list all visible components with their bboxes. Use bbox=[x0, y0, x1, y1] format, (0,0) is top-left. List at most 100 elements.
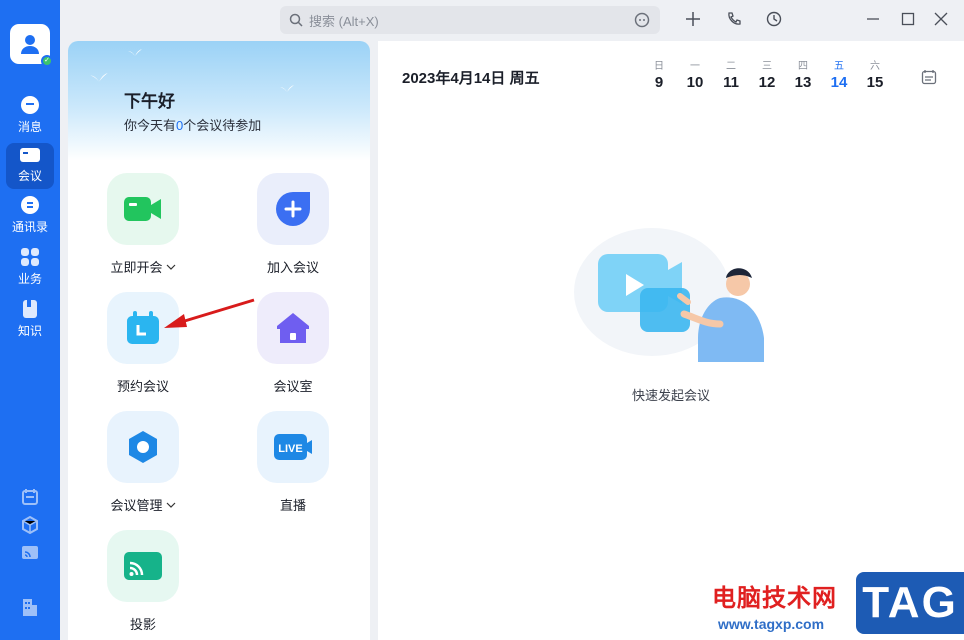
rail-item-business[interactable]: 业务 bbox=[6, 246, 54, 292]
history-icon bbox=[766, 11, 782, 27]
video-camera-icon bbox=[124, 197, 161, 221]
day-number: 11 bbox=[723, 74, 739, 91]
weekday-label: 四 bbox=[798, 61, 808, 72]
chevron-down-icon[interactable] bbox=[166, 501, 176, 509]
annotation-arrow-icon bbox=[164, 298, 255, 328]
cube-icon bbox=[22, 516, 38, 534]
day-number: 14 bbox=[830, 74, 848, 91]
bird-decoration-icon bbox=[280, 85, 294, 92]
rail-item-messages[interactable]: 消息 bbox=[6, 94, 54, 140]
weekday-label: 日 bbox=[654, 61, 664, 72]
watermark-title: 电脑技术网 bbox=[712, 585, 837, 612]
left-rail: ✓ 消息 会议 通讯录 业务 知识 bbox=[0, 0, 60, 640]
video-icon bbox=[20, 148, 40, 162]
tile-label: 直播 bbox=[279, 498, 306, 513]
calendar-view-icon[interactable] bbox=[921, 69, 937, 85]
calendar-button[interactable] bbox=[19, 486, 41, 508]
greeting-prefix: 你今天有 bbox=[124, 118, 177, 133]
close-button[interactable] bbox=[930, 8, 952, 30]
chevron-down-icon[interactable] bbox=[166, 263, 176, 271]
rail-item-label: 业务 bbox=[17, 272, 42, 286]
user-icon bbox=[21, 35, 39, 54]
search-input[interactable]: 搜索 (Alt+X) bbox=[280, 6, 660, 34]
join-meeting-tile[interactable]: 加入会议 bbox=[213, 173, 370, 276]
weekday-label: 一 bbox=[690, 61, 700, 72]
start-meeting-button[interactable] bbox=[107, 173, 179, 245]
bird-decoration-icon bbox=[128, 49, 142, 56]
day-cell[interactable]: 二 11 bbox=[713, 57, 749, 91]
rail-item-contacts[interactable]: 通讯录 bbox=[6, 194, 54, 240]
book-icon bbox=[23, 300, 37, 318]
rail-item-label: 知识 bbox=[17, 324, 42, 338]
day-cell-today[interactable]: 五 14 bbox=[821, 57, 857, 91]
day-cell[interactable]: 六 15 bbox=[857, 57, 893, 91]
current-date: 2023年4月14日 周五 bbox=[402, 70, 540, 87]
add-button[interactable] bbox=[682, 8, 704, 30]
chat-icon bbox=[21, 96, 39, 114]
contacts-icon bbox=[21, 196, 39, 214]
cast-icon bbox=[22, 546, 38, 559]
live-icon: LIVE bbox=[274, 434, 312, 460]
add-icon bbox=[686, 12, 700, 26]
week-strip: 日9 一 10 二 11 三 12 四 13 五 14 六 15 bbox=[641, 57, 893, 91]
day-cell[interactable]: 日9 bbox=[641, 57, 677, 91]
minimize-icon bbox=[867, 18, 879, 20]
projection-tile[interactable]: 投影 bbox=[68, 530, 223, 633]
meeting-management-button[interactable] bbox=[107, 411, 179, 483]
home-icon bbox=[277, 313, 309, 343]
rail-item-label: 通讯录 bbox=[11, 220, 48, 234]
maximize-icon bbox=[901, 12, 915, 26]
history-button[interactable] bbox=[763, 8, 785, 30]
apps-grid-icon bbox=[21, 248, 39, 266]
day-cell[interactable]: 三 12 bbox=[749, 57, 785, 91]
weekday-label: 六 bbox=[870, 61, 880, 72]
screen-cast-icon bbox=[124, 552, 162, 580]
meeting-room-button[interactable] bbox=[257, 292, 329, 364]
rail-item-meetings[interactable]: 会议 bbox=[6, 143, 54, 189]
calendar-clock-icon bbox=[127, 311, 159, 344]
close-icon bbox=[934, 12, 948, 26]
projection-button[interactable] bbox=[107, 530, 179, 602]
live-tile[interactable]: LIVE 直播 bbox=[213, 411, 370, 514]
assistant-icon[interactable] bbox=[634, 12, 650, 28]
live-button[interactable]: LIVE bbox=[257, 411, 329, 483]
avatar[interactable]: ✓ bbox=[10, 24, 53, 67]
watermark-tag-logo: TAG bbox=[856, 572, 964, 634]
greeting-suffix: 个会议待参加 bbox=[183, 118, 262, 133]
greeting-subtitle: 你今天有0个会议待参加 bbox=[124, 115, 261, 134]
quick-start-text: 快速发起会议 bbox=[631, 388, 710, 403]
search-icon bbox=[289, 13, 303, 27]
tile-label: 会议管理 bbox=[110, 498, 163, 513]
weekday-label: 二 bbox=[726, 61, 736, 72]
day-number: 15 bbox=[866, 74, 884, 91]
organization-button[interactable] bbox=[19, 596, 41, 618]
live-badge-text: LIVE bbox=[278, 443, 302, 455]
meeting-management-tile[interactable]: 会议管理 bbox=[68, 411, 223, 514]
day-number: 12 bbox=[758, 74, 776, 91]
day-number: 10 bbox=[686, 74, 704, 91]
minimize-button[interactable] bbox=[862, 8, 884, 30]
add-circle-icon bbox=[276, 192, 310, 226]
hexagon-settings-icon bbox=[129, 431, 157, 463]
start-meeting-tile[interactable]: 立即开会 bbox=[68, 173, 223, 276]
tile-label: 会议室 bbox=[273, 379, 313, 394]
day-cell[interactable]: 四 13 bbox=[785, 57, 821, 91]
greeting-banner: 下午好 你今天有0个会议待参加 bbox=[68, 41, 370, 161]
online-status-badge: ✓ bbox=[41, 55, 53, 67]
tile-label: 加入会议 bbox=[266, 260, 319, 275]
join-meeting-button[interactable] bbox=[257, 173, 329, 245]
cast-button[interactable] bbox=[19, 542, 41, 564]
bird-decoration-icon bbox=[90, 73, 108, 82]
calendar-panel: 2023年4月14日 周五 日9 一 10 二 11 三 12 四 13 五 14 六 15… bbox=[378, 41, 964, 640]
rail-item-knowledge[interactable]: 知识 bbox=[6, 298, 54, 344]
watermark-url: www.tagxp.com bbox=[718, 616, 825, 632]
phone-icon bbox=[728, 12, 741, 25]
day-cell[interactable]: 一 10 bbox=[677, 57, 713, 91]
tile-label: 立即开会 bbox=[110, 260, 163, 275]
maximize-button[interactable] bbox=[897, 8, 919, 30]
cube-button[interactable] bbox=[19, 514, 41, 536]
building-icon bbox=[23, 599, 37, 616]
weekday-label: 三 bbox=[762, 61, 772, 72]
call-button[interactable] bbox=[723, 8, 745, 30]
calendar-icon bbox=[22, 489, 38, 505]
